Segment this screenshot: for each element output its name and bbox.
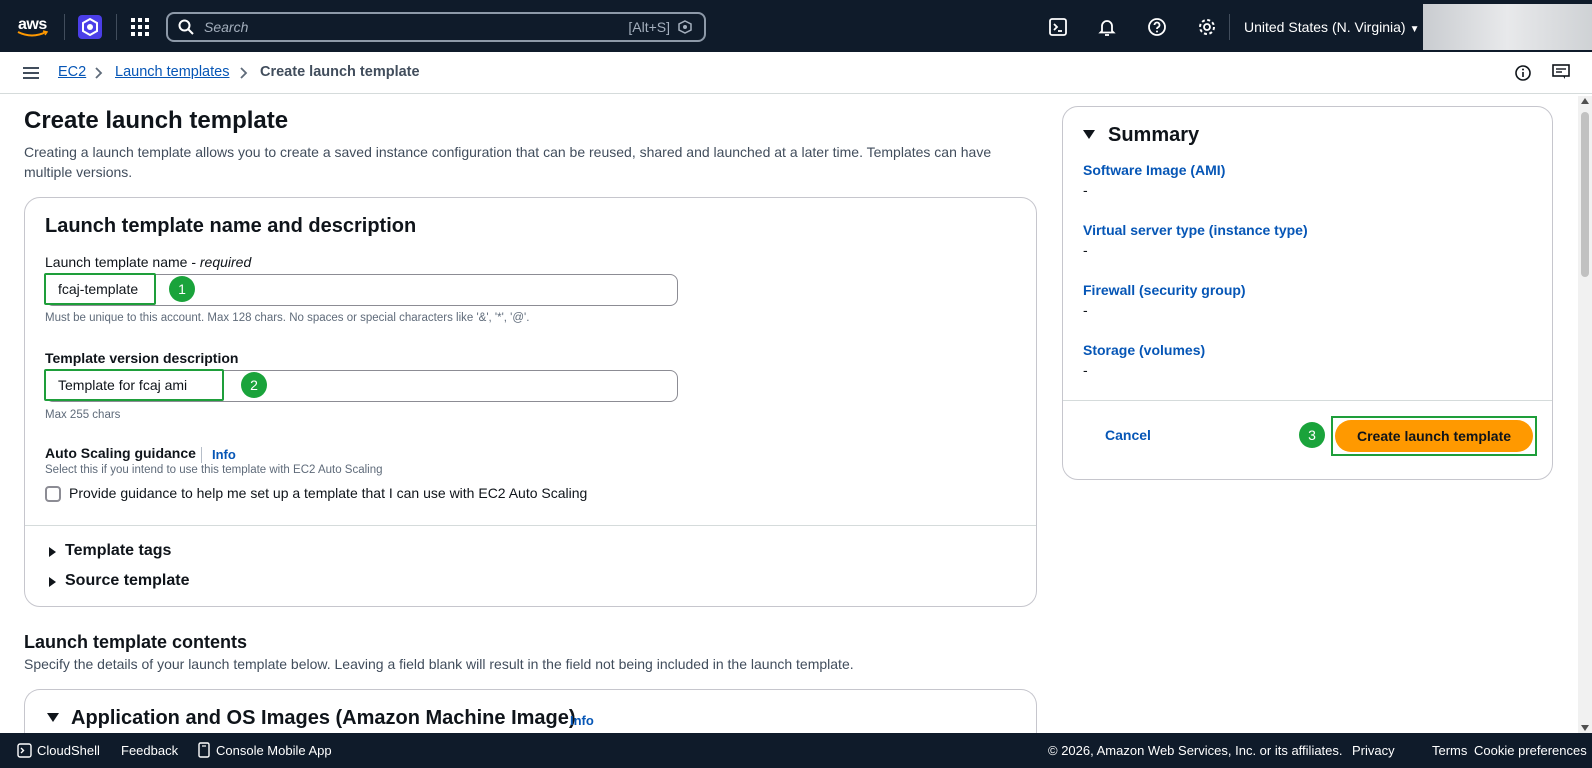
search-placeholder: Search — [204, 19, 249, 35]
create-launch-template-button[interactable]: Create launch template — [1335, 420, 1533, 452]
top-navigation: aws Search [Alt+S] United States (N. Vir… — [0, 0, 1592, 52]
cancel-button[interactable]: Cancel — [1105, 427, 1151, 443]
search-input[interactable]: Search [Alt+S] — [166, 12, 706, 42]
nav-separator — [116, 14, 117, 40]
breadcrumb-launch-templates[interactable]: Launch templates — [115, 64, 229, 80]
page-description: Creating a launch template allows you to… — [24, 144, 992, 180]
feedback-panel-icon[interactable] — [1552, 64, 1570, 80]
footer-feedback[interactable]: Feedback — [121, 743, 178, 758]
scroll-up-arrow-icon[interactable] — [1581, 98, 1589, 104]
cloudshell-icon — [17, 743, 32, 758]
breadcrumb-ec2[interactable]: EC2 — [58, 64, 86, 80]
card-title: Launch template name and description — [45, 215, 417, 237]
step-badge-3: 3 — [1299, 422, 1325, 448]
caret-down-icon[interactable] — [47, 713, 59, 722]
services-grid-icon[interactable] — [131, 18, 149, 36]
name-description-card: Launch template name and description Lau… — [24, 197, 1037, 607]
chevron-right-icon — [95, 67, 103, 79]
account-menu[interactable] — [1423, 4, 1592, 50]
summary-value-instance-type: - — [1083, 242, 1088, 258]
breadcrumb-bar: EC2 Launch templates Create launch templ… — [0, 52, 1592, 94]
summary-title[interactable]: Summary — [1108, 124, 1199, 147]
step-badge-1: 1 — [169, 276, 195, 302]
search-icon — [178, 19, 194, 35]
summary-key-instance-type[interactable]: Virtual server type (instance type) — [1083, 222, 1308, 238]
version-description-label: Template version description — [45, 350, 239, 366]
footer-privacy[interactable]: Privacy — [1352, 743, 1395, 758]
footer-terms[interactable]: Terms — [1432, 743, 1467, 758]
autoscaling-checkbox[interactable] — [45, 486, 61, 502]
nav-separator — [64, 14, 65, 40]
summary-key-storage[interactable]: Storage (volumes) — [1083, 342, 1205, 358]
footer-cloudshell[interactable]: CloudShell — [37, 743, 100, 758]
footer-cookie-preferences[interactable]: Cookie preferences — [1474, 743, 1587, 758]
aws-logo[interactable]: aws — [16, 14, 50, 38]
source-template-expander[interactable]: Source template — [65, 572, 189, 590]
summary-divider — [1063, 400, 1552, 401]
ami-card-title[interactable]: Application and OS Images (Amazon Machin… — [71, 707, 576, 730]
footer: CloudShell Feedback Console Mobile App ©… — [0, 733, 1592, 768]
search-shortcut: [Alt+S] — [628, 19, 670, 35]
template-name-value[interactable]: fcaj-template — [44, 273, 156, 305]
contents-description: Specify the details of your launch templ… — [24, 656, 854, 672]
summary-key-ami[interactable]: Software Image (AMI) — [1083, 162, 1225, 178]
caret-right-icon[interactable] — [49, 547, 56, 557]
mobile-app-icon — [198, 742, 210, 758]
autoscaling-info-link[interactable]: Info — [212, 447, 236, 462]
caret-down-icon[interactable] — [1083, 130, 1095, 139]
page-scrollbar[interactable] — [1578, 96, 1592, 733]
settings-gear-icon[interactable] — [1197, 17, 1217, 37]
nav-separator — [1229, 14, 1230, 40]
breadcrumb-current: Create launch template — [260, 64, 420, 80]
template-tags-expander[interactable]: Template tags — [65, 542, 171, 560]
autoscaling-hint: Select this if you intend to use this te… — [45, 464, 383, 476]
amazon-q-icon — [678, 20, 692, 34]
summary-value-storage: - — [1083, 362, 1088, 378]
autoscaling-checkbox-label[interactable]: Provide guidance to help me set up a tem… — [69, 485, 587, 501]
scroll-down-arrow-icon[interactable] — [1581, 725, 1589, 731]
scroll-thumb[interactable] — [1581, 112, 1589, 277]
ami-info-link[interactable]: Info — [570, 713, 594, 728]
service-icon[interactable] — [78, 15, 102, 39]
footer-copyright: © 2026, Amazon Web Services, Inc. or its… — [1048, 743, 1343, 758]
info-panel-icon[interactable] — [1515, 65, 1531, 81]
template-name-hint: Must be unique to this account. Max 128 … — [45, 312, 530, 324]
cloudshell-icon[interactable] — [1048, 17, 1068, 37]
step-badge-2: 2 — [241, 372, 267, 398]
summary-value-firewall: - — [1083, 302, 1088, 318]
notifications-bell-icon[interactable] — [1097, 17, 1117, 37]
page-title: Create launch template — [24, 107, 289, 134]
autoscaling-label: Auto Scaling guidance — [45, 445, 196, 461]
contents-title: Launch template contents — [24, 632, 248, 652]
footer-mobile-app[interactable]: Console Mobile App — [216, 743, 332, 758]
template-name-label: Launch template name - required — [45, 254, 252, 270]
version-description-hint: Max 255 chars — [45, 409, 121, 421]
menu-hamburger-icon[interactable] — [23, 67, 39, 79]
summary-key-firewall[interactable]: Firewall (security group) — [1083, 282, 1246, 298]
label-separator — [201, 447, 202, 463]
version-description-value[interactable]: Template for fcaj ami — [44, 369, 224, 401]
caret-down-icon: ▼ — [1409, 24, 1420, 35]
region-selector[interactable]: United States (N. Virginia) ▼ — [1244, 19, 1420, 35]
create-button-highlight: Create launch template — [1331, 416, 1537, 456]
caret-right-icon[interactable] — [49, 577, 56, 587]
card-divider — [25, 525, 1036, 526]
chevron-right-icon — [240, 67, 248, 79]
summary-panel: Summary Software Image (AMI) - Virtual s… — [1062, 106, 1553, 480]
help-icon[interactable] — [1147, 17, 1167, 37]
summary-value-ami: - — [1083, 182, 1088, 198]
